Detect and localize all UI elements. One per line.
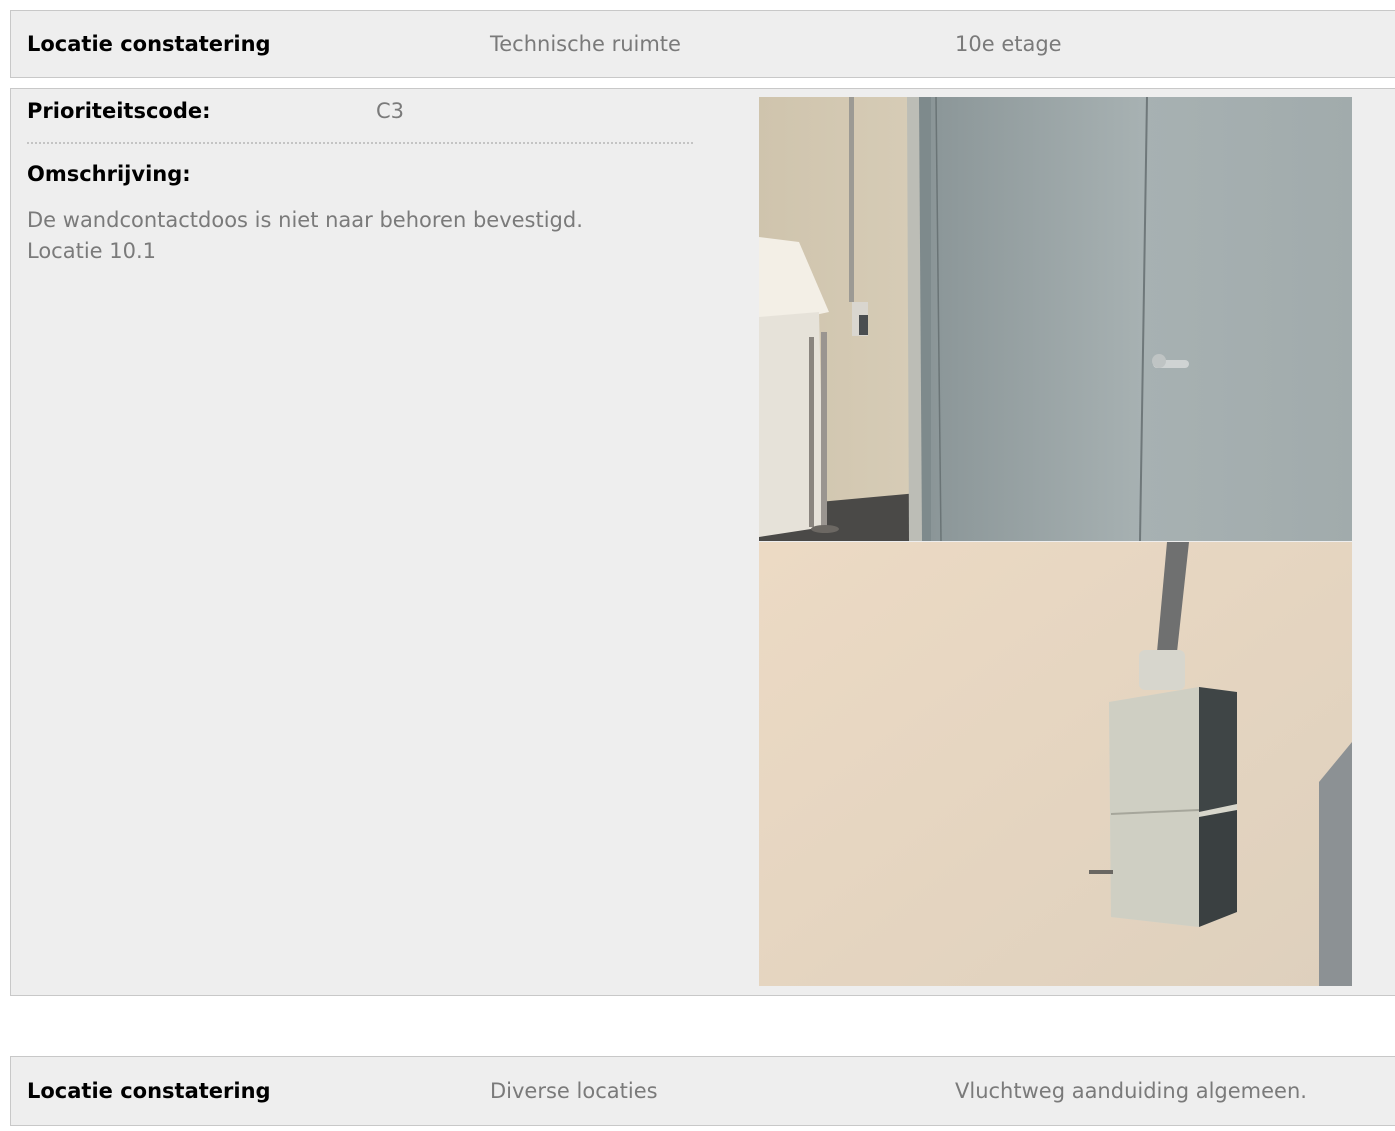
priority-value: C3 xyxy=(376,99,405,123)
location-value: Diverse locaties xyxy=(490,1079,658,1103)
dotted-divider xyxy=(27,142,693,144)
description-line: Locatie 10.1 xyxy=(27,239,157,263)
description-text: De wandcontactdoos is niet naar behoren … xyxy=(27,205,583,267)
entry-header: Locatie constatering Diverse locaties Vl… xyxy=(10,1056,1395,1126)
location-value: Technische ruimte xyxy=(490,32,681,56)
entry-header: Locatie constatering Technische ruimte 1… xyxy=(10,10,1395,78)
photo-corridor-doors xyxy=(759,97,1352,541)
location-label: Locatie constatering xyxy=(27,32,271,56)
photo-socket-closeup xyxy=(759,542,1352,986)
location-detail: Vluchtweg aanduiding algemeen. xyxy=(955,1079,1307,1103)
description-line: De wandcontactdoos is niet naar behoren … xyxy=(27,208,583,232)
location-label: Locatie constatering xyxy=(27,1079,271,1103)
entry-panel: Prioriteitscode: C3 Omschrijving: De wan… xyxy=(10,88,1395,996)
priority-label: Prioriteitscode: xyxy=(27,99,211,123)
location-detail: 10e etage xyxy=(955,32,1062,56)
description-label: Omschrijving: xyxy=(27,162,191,186)
